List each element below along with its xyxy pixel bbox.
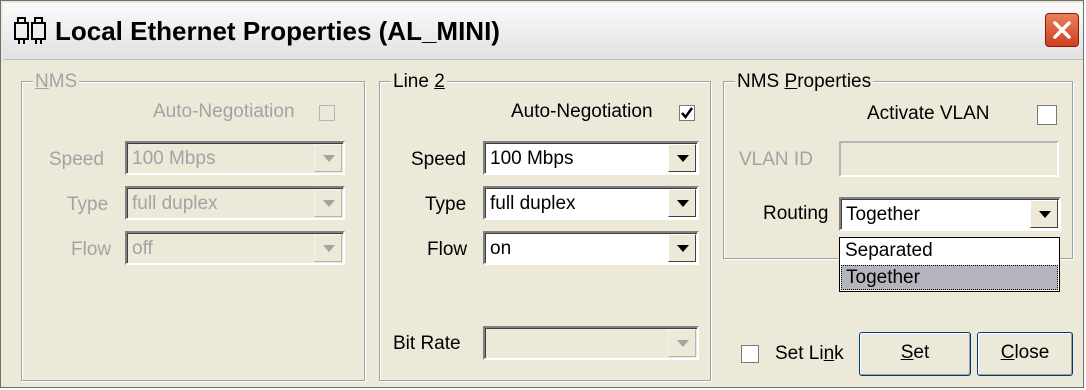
- vlan-id-input: [839, 141, 1059, 177]
- nms-flow-select: off: [125, 231, 345, 265]
- line2-flow-dropdown-button[interactable]: [668, 234, 696, 262]
- chevron-down-icon: [1039, 211, 1051, 218]
- dialog-window: Local Ethernet Properties (AL_MINI) NMS …: [0, 0, 1084, 388]
- set-button[interactable]: Set: [859, 332, 971, 376]
- nms-flow-value: off: [132, 238, 153, 259]
- chevron-down-icon: [323, 245, 335, 252]
- nms-auto-negotiation-label: Auto-Negotiation: [153, 101, 295, 122]
- chevron-down-icon: [677, 200, 689, 207]
- routing-option-together[interactable]: Together: [841, 265, 1058, 290]
- line2-flow-label: Flow: [427, 239, 468, 260]
- routing-dropdown-list: Separated Together: [839, 237, 1060, 292]
- line2-speed-dropdown-button[interactable]: [668, 144, 696, 172]
- nms-type-select: full duplex: [125, 186, 345, 220]
- line2-flow-value: on: [490, 238, 512, 259]
- routing-label: Routing: [763, 203, 829, 224]
- close-window-button[interactable]: [1045, 13, 1079, 47]
- vlan-id-label: VLAN ID: [739, 149, 813, 170]
- line2-speed-label: Speed: [411, 149, 466, 170]
- chevron-down-icon: [677, 245, 689, 252]
- routing-dropdown-button[interactable]: [1030, 200, 1058, 228]
- nms-properties-legend: NMS Properties: [735, 71, 874, 93]
- activate-vlan-checkbox[interactable]: [1037, 105, 1057, 125]
- routing-select[interactable]: Together: [839, 197, 1061, 231]
- line2-auto-negotiation-label: Auto-Negotiation: [511, 101, 653, 122]
- line2-flow-select[interactable]: on: [483, 231, 699, 265]
- chevron-down-icon: [323, 155, 335, 162]
- chevron-down-icon: [323, 200, 335, 207]
- checkmark-icon: [681, 107, 694, 120]
- line2-auto-negotiation-checkbox[interactable]: [679, 105, 695, 121]
- nms-flow-label: Flow: [71, 239, 112, 260]
- line2-type-value: full duplex: [490, 193, 576, 214]
- line2-bitrate-label: Bit Rate: [393, 333, 461, 354]
- window-title: Local Ethernet Properties (AL_MINI): [55, 16, 500, 46]
- chevron-down-icon: [677, 155, 689, 162]
- activate-vlan-label: Activate VLAN: [867, 103, 990, 124]
- line2-bitrate-dropdown-button: [668, 329, 696, 357]
- nms-type-label: Type: [67, 194, 109, 215]
- line2-group-legend: Line 2: [391, 71, 447, 93]
- nms-speed-value: 100 Mbps: [132, 148, 216, 169]
- line2-type-select[interactable]: full duplex: [483, 186, 699, 220]
- set-link-label[interactable]: Set Link: [775, 343, 844, 365]
- ethernet-ports-icon: [14, 17, 46, 44]
- line2-type-dropdown-button[interactable]: [668, 189, 696, 217]
- line2-speed-value: 100 Mbps: [490, 148, 574, 169]
- nms-auto-negotiation-checkbox: [319, 105, 335, 121]
- routing-option-separated[interactable]: Separated: [841, 239, 1058, 264]
- line2-bitrate-select: [483, 326, 699, 360]
- title-bar[interactable]: Local Ethernet Properties (AL_MINI): [3, 3, 1083, 60]
- nms-group-legend: NMS: [33, 71, 80, 93]
- routing-value: Together: [846, 204, 920, 225]
- nms-speed-label: Speed: [49, 149, 104, 170]
- nms-speed-dropdown-button: [314, 144, 342, 172]
- nms-speed-select: 100 Mbps: [125, 141, 345, 175]
- nms-type-dropdown-button: [314, 189, 342, 217]
- close-x-icon: [1053, 21, 1071, 39]
- set-link-checkbox[interactable]: [741, 345, 759, 363]
- line2-speed-select[interactable]: 100 Mbps: [483, 141, 699, 175]
- line2-type-label: Type: [425, 194, 467, 215]
- nms-type-value: full duplex: [132, 193, 218, 214]
- nms-flow-dropdown-button: [314, 234, 342, 262]
- chevron-down-icon: [677, 340, 689, 347]
- close-button[interactable]: Close: [977, 332, 1073, 376]
